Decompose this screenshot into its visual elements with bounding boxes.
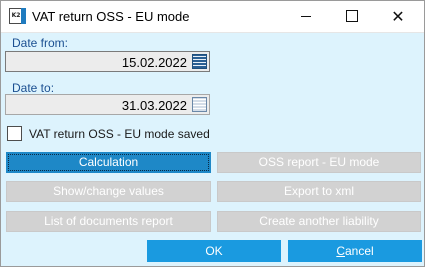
calendar-icon[interactable]	[192, 54, 207, 69]
dialog-window: K2 VAT return OSS - EU mode ✕ Date from:…	[0, 0, 425, 267]
ok-button[interactable]: OK	[147, 240, 281, 262]
title-bar: K2 VAT return OSS - EU mode ✕	[1, 1, 424, 33]
saved-checkbox-label: VAT return OSS - EU mode saved	[29, 127, 210, 141]
show-change-values-button[interactable]: Show/change values	[6, 181, 211, 202]
cancel-accelerator: C	[336, 244, 345, 258]
oss-report-button[interactable]: OSS report - EU mode	[217, 152, 421, 173]
saved-checkbox[interactable]	[7, 126, 22, 141]
close-icon: ✕	[391, 7, 405, 26]
calculation-button[interactable]: Calculation	[6, 152, 211, 173]
minimize-icon	[301, 15, 311, 17]
window-title: VAT return OSS - EU mode	[32, 9, 190, 24]
export-xml-button[interactable]: Export to xml	[217, 181, 421, 202]
create-liability-button[interactable]: Create another liability	[217, 211, 421, 232]
cancel-label: ancel	[344, 244, 374, 258]
close-button[interactable]: ✕	[375, 1, 421, 32]
list-documents-report-button[interactable]: List of documents report	[6, 211, 211, 232]
date-from-label: Date from:	[12, 36, 69, 50]
date-from-field[interactable]: 15.02.2022	[5, 51, 210, 72]
calendar-icon[interactable]	[192, 97, 207, 112]
date-from-value: 15.02.2022	[121, 55, 187, 70]
minimize-button[interactable]	[283, 1, 329, 32]
date-to-value: 31.03.2022	[121, 98, 187, 113]
date-to-label: Date to:	[12, 81, 55, 95]
app-logo-icon: K2	[9, 8, 26, 24]
cancel-button[interactable]: Cancel	[288, 240, 422, 262]
date-to-field[interactable]: 31.03.2022	[5, 94, 210, 115]
maximize-button[interactable]	[329, 1, 375, 32]
maximize-icon	[346, 10, 358, 22]
